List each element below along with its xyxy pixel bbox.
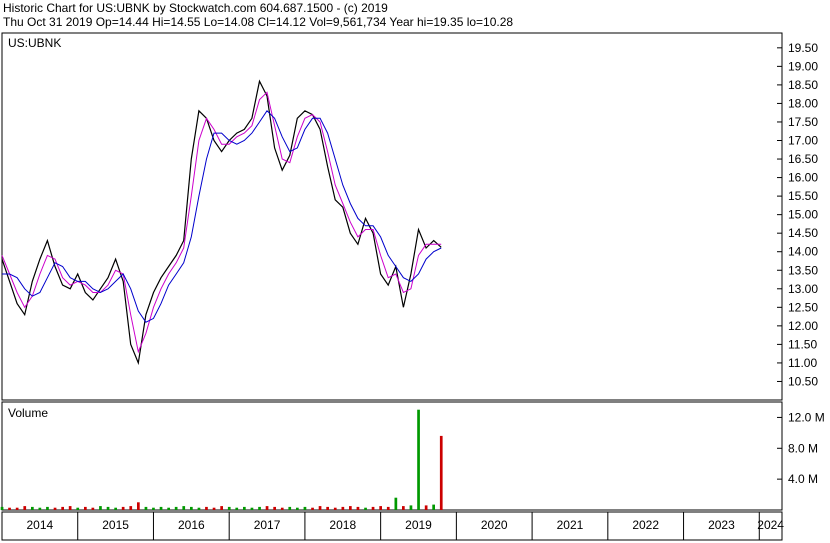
year-label: 2024 xyxy=(757,518,784,532)
price-tick-label: 11.50 xyxy=(788,337,817,351)
volume-bar xyxy=(68,506,72,510)
volume-bar xyxy=(114,507,117,510)
volume-bar xyxy=(371,506,375,510)
price-tick-label: 16.00 xyxy=(788,171,818,185)
volume-bar xyxy=(227,506,231,510)
volume-bar xyxy=(318,506,322,510)
volume-bar xyxy=(265,506,269,510)
year-label: 2019 xyxy=(405,518,432,532)
price-tick-label: 19.50 xyxy=(788,41,818,55)
year-label: 2022 xyxy=(632,518,659,532)
price-tick-label: 14.50 xyxy=(788,226,818,240)
volume-bar xyxy=(394,497,398,510)
volume-bar xyxy=(273,506,276,510)
price-tick-label: 15.50 xyxy=(788,189,818,203)
price-panel-label: US:UBNK xyxy=(8,36,61,50)
volume-bar xyxy=(280,507,284,510)
volume-tick-label: 4.0 M xyxy=(788,472,818,486)
volume-bar xyxy=(129,506,133,510)
price-tick-label: 10.50 xyxy=(788,374,818,388)
volume-bar xyxy=(243,506,246,510)
volume-bar xyxy=(53,507,57,510)
volume-bar xyxy=(61,506,64,510)
year-label: 2023 xyxy=(708,518,735,532)
volume-bar xyxy=(212,507,216,510)
volume-bar xyxy=(152,507,155,510)
volume-bar xyxy=(258,506,261,510)
volume-bar xyxy=(303,506,307,510)
volume-bar xyxy=(23,506,27,510)
volume-bar xyxy=(137,502,140,510)
volume-tick-label: 8.0 M xyxy=(788,441,818,455)
price-tick-label: 16.50 xyxy=(788,152,818,166)
year-label: 2014 xyxy=(27,518,54,532)
price-tick-label: 13.50 xyxy=(788,263,818,277)
volume-bar xyxy=(417,409,420,510)
volume-bar xyxy=(439,435,443,510)
price-tick-label: 13.00 xyxy=(788,282,818,296)
volume-bar xyxy=(235,507,239,510)
volume-bar xyxy=(379,506,382,510)
volume-bar xyxy=(182,506,186,510)
volume-bar xyxy=(250,507,254,510)
volume-bar xyxy=(205,506,208,510)
volume-bar xyxy=(38,507,42,510)
volume-bar xyxy=(46,506,49,510)
year-label: 2021 xyxy=(557,518,584,532)
volume-bar xyxy=(220,506,223,510)
volume-tick-label: 12.0 M xyxy=(788,410,825,424)
price-tick-label: 15.00 xyxy=(788,208,818,222)
price-panel-frame xyxy=(1,32,783,401)
price-tick-label: 17.50 xyxy=(788,115,818,129)
volume-bar xyxy=(8,507,11,510)
price-tick-label: 19.00 xyxy=(788,59,818,73)
year-label: 2020 xyxy=(481,518,508,532)
volume-bar xyxy=(311,507,314,510)
volume-bar xyxy=(121,506,125,510)
volume-bar xyxy=(84,506,87,510)
volume-bar xyxy=(31,506,34,510)
volume-panel-label: Volume xyxy=(8,406,48,420)
price-tick-label: 12.00 xyxy=(788,319,818,333)
volume-bar xyxy=(326,506,329,510)
volume-bar xyxy=(409,505,413,510)
volume-bar xyxy=(341,506,345,510)
volume-bar xyxy=(333,507,337,510)
volume-bar xyxy=(106,506,110,510)
price-tick-label: 11.00 xyxy=(788,356,817,370)
volume-bar xyxy=(288,506,292,510)
price-tick-label: 17.00 xyxy=(788,134,818,148)
volume-bar xyxy=(432,504,435,510)
volume-panel-frame xyxy=(1,401,783,511)
volume-bar xyxy=(0,506,4,510)
volume-bar xyxy=(364,507,367,510)
year-label: 2016 xyxy=(178,518,205,532)
volume-bar xyxy=(296,507,299,510)
year-label: 2015 xyxy=(102,518,129,532)
volume-bar xyxy=(356,506,360,510)
volume-bar xyxy=(402,506,405,510)
year-label: 2018 xyxy=(329,518,356,532)
volume-bar xyxy=(386,506,390,510)
volume-bar xyxy=(197,507,201,510)
volume-bar xyxy=(91,507,95,510)
stock-chart: US:UBNK Volume 10.50 11.00 11.50 12.00 12.50… xyxy=(0,32,825,541)
volume-bar xyxy=(167,507,170,510)
volume-bar xyxy=(76,507,80,510)
volume-bar xyxy=(15,507,19,510)
volume-bar xyxy=(99,506,102,510)
price-tick-label: 12.50 xyxy=(788,300,818,314)
volume-bar xyxy=(174,506,178,510)
volume-bar xyxy=(159,506,163,510)
volume-bar xyxy=(144,506,148,510)
volume-bar xyxy=(190,506,193,510)
year-label: 2017 xyxy=(254,518,281,532)
price-tick-label: 14.00 xyxy=(788,245,818,259)
volume-bar xyxy=(349,506,352,510)
volume-bar xyxy=(424,505,428,510)
price-tick-label: 18.00 xyxy=(788,96,818,110)
price-tick-label: 18.50 xyxy=(788,78,818,92)
